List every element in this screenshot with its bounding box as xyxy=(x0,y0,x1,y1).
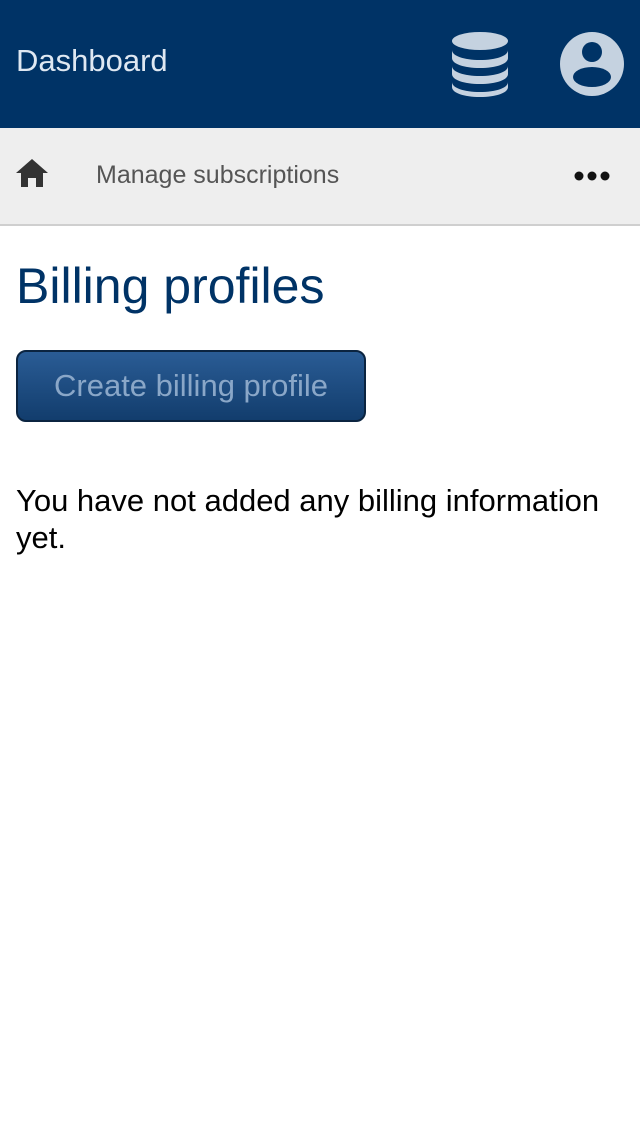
more-horizontal-icon[interactable] xyxy=(573,168,611,184)
create-billing-profile-button[interactable]: Create billing profile xyxy=(16,350,366,422)
home-icon[interactable] xyxy=(15,157,49,189)
breadcrumb-bar: Manage subscriptions xyxy=(0,128,640,226)
page-title: Billing profiles xyxy=(16,258,325,314)
dashboard-title-link[interactable]: Dashboard xyxy=(16,42,168,80)
manage-subscriptions-link[interactable]: Manage subscriptions xyxy=(96,160,339,190)
database-icon[interactable] xyxy=(450,31,510,97)
empty-state-message: You have not added any billing informati… xyxy=(16,483,600,555)
top-app-bar: Dashboard xyxy=(0,0,640,128)
account-icon[interactable] xyxy=(559,31,625,97)
